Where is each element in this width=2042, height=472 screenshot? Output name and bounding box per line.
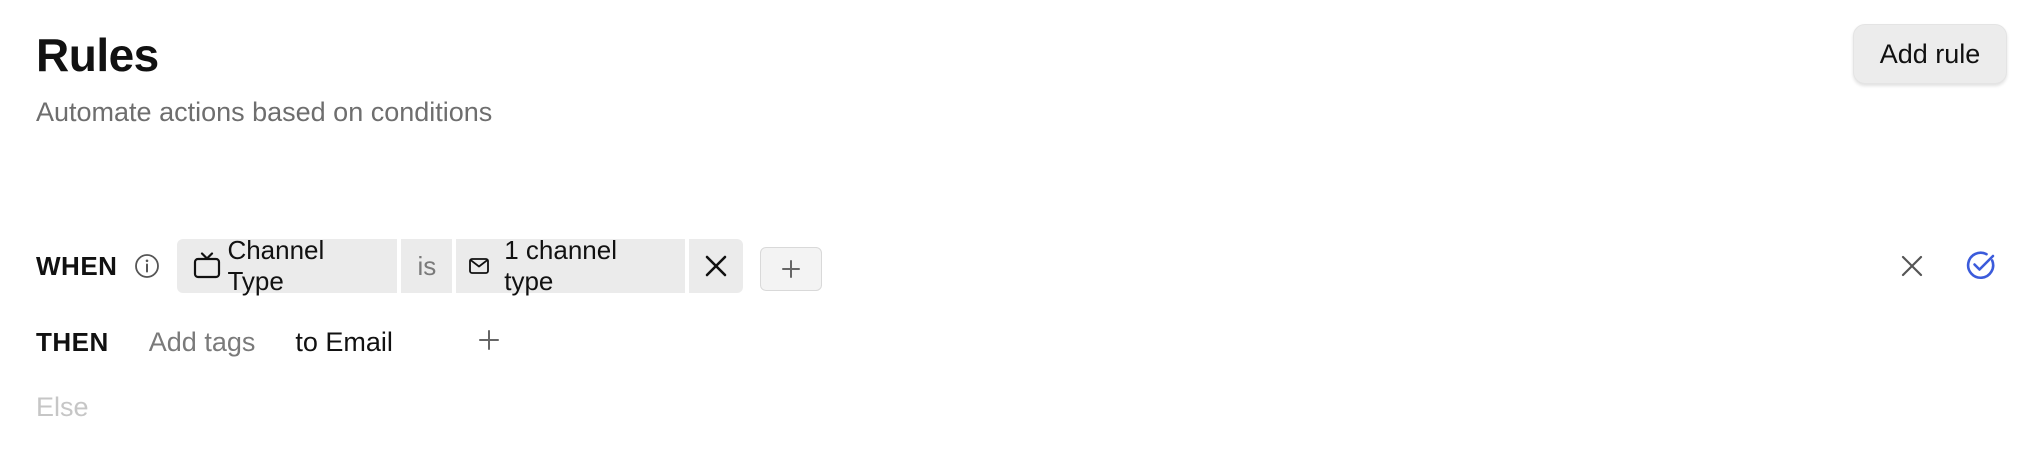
add-tags-action[interactable]: Add tags xyxy=(149,327,256,358)
add-rule-button[interactable]: Add rule xyxy=(1853,24,2007,84)
condition-field-label: Channel Type xyxy=(227,235,325,296)
add-action-button[interactable] xyxy=(475,326,503,354)
then-label: THEN xyxy=(36,326,109,357)
condition-value-label: 1 channel type xyxy=(504,235,617,296)
confirm-rule-icon[interactable] xyxy=(1964,248,1998,282)
plus-icon xyxy=(478,329,500,351)
mail-icon xyxy=(468,255,504,277)
else-branch[interactable]: Else xyxy=(36,392,89,423)
info-icon[interactable] xyxy=(133,252,161,280)
condition-operator-chip[interactable]: is xyxy=(401,239,453,293)
when-row: WHEN Channel Type is 1 channel type xyxy=(36,235,823,296)
condition-chip-group: Channel Type is 1 channel type xyxy=(177,235,744,296)
rules-page: Rules Automate actions based on conditio… xyxy=(0,0,2042,472)
close-icon xyxy=(704,254,728,278)
condition-value-chip[interactable]: 1 channel type xyxy=(456,235,686,296)
tv-icon xyxy=(191,250,227,282)
condition-field-chip[interactable]: Channel Type xyxy=(177,235,398,296)
cancel-rule-icon[interactable] xyxy=(1897,251,1927,281)
page-subtitle: Automate actions based on conditions xyxy=(36,97,493,127)
page-title: Rules xyxy=(36,29,159,81)
remove-condition-button[interactable] xyxy=(689,239,744,293)
add-condition-button[interactable] xyxy=(760,246,823,291)
plus-icon xyxy=(781,259,801,279)
condition-operator-label: is xyxy=(417,250,437,281)
when-label: WHEN xyxy=(36,250,118,281)
then-target[interactable]: to Email xyxy=(295,327,393,358)
then-row: THEN Add tags to Email xyxy=(36,324,393,360)
